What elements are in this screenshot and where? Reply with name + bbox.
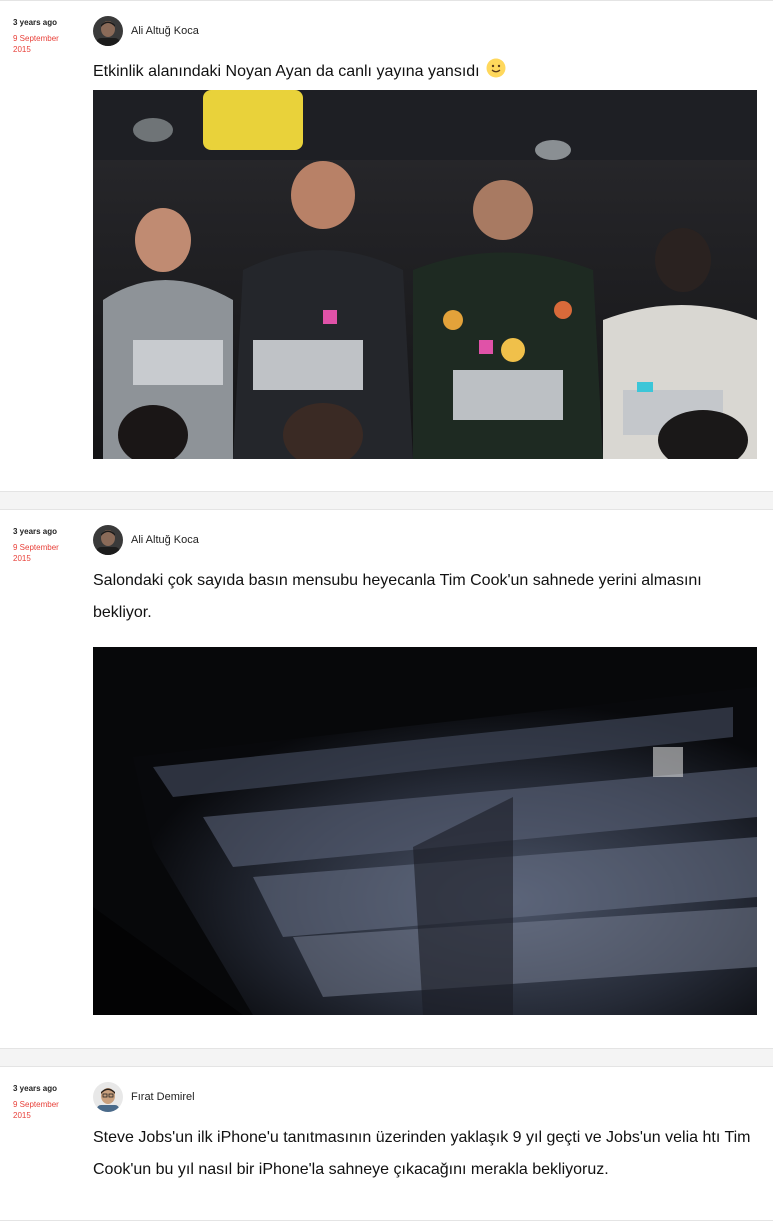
post-text: Steve Jobs'un ilk iPhone'u tanıtmasının … xyxy=(93,1129,751,1178)
post-meta: 3 years ago 9 September 2015 xyxy=(13,1084,75,1121)
post-time-ago: 3 years ago xyxy=(13,1084,58,1093)
post-author: Ali Altuğ Koca xyxy=(93,525,199,555)
post-author: Ali Altuğ Koca xyxy=(93,16,199,46)
post-time-ago: 3 years ago xyxy=(13,527,58,536)
author-avatar xyxy=(93,16,123,46)
post-text: Salondaki çok sayıda basın mensubu heyec… xyxy=(93,572,702,621)
slightly-smiling-face-icon xyxy=(486,58,506,78)
post-date[interactable]: 9 September 2015 xyxy=(13,33,75,55)
author-name[interactable]: Ali Altuğ Koca xyxy=(131,534,199,546)
live-post: 3 years ago 9 September 2015 Ali Altuğ K… xyxy=(0,509,773,1049)
live-post: 3 years ago 9 September 2015 Ali Altuğ K… xyxy=(0,0,773,492)
post-date[interactable]: 9 September 2015 xyxy=(13,542,75,564)
post-author: Fırat Demirel xyxy=(93,1082,195,1112)
live-post: 3 years ago 9 September 2015 Fırat Demir… xyxy=(0,1066,773,1221)
author-avatar xyxy=(93,1082,123,1112)
post-date[interactable]: 9 September 2015 xyxy=(13,1099,75,1121)
post-time-ago: 3 years ago xyxy=(13,18,58,27)
author-avatar xyxy=(93,525,123,555)
post-photo[interactable] xyxy=(93,90,757,459)
author-name[interactable]: Ali Altuğ Koca xyxy=(131,25,199,37)
author-name[interactable]: Fırat Demirel xyxy=(131,1091,195,1103)
post-meta: 3 years ago 9 September 2015 xyxy=(13,527,75,564)
post-meta: 3 years ago 9 September 2015 xyxy=(13,18,75,55)
post-text-container: Etkinlik alanındaki Noyan Ayan da canlı … xyxy=(93,56,757,88)
post-text: Etkinlik alanındaki Noyan Ayan da canlı … xyxy=(93,63,480,80)
post-photo[interactable] xyxy=(93,647,757,1015)
